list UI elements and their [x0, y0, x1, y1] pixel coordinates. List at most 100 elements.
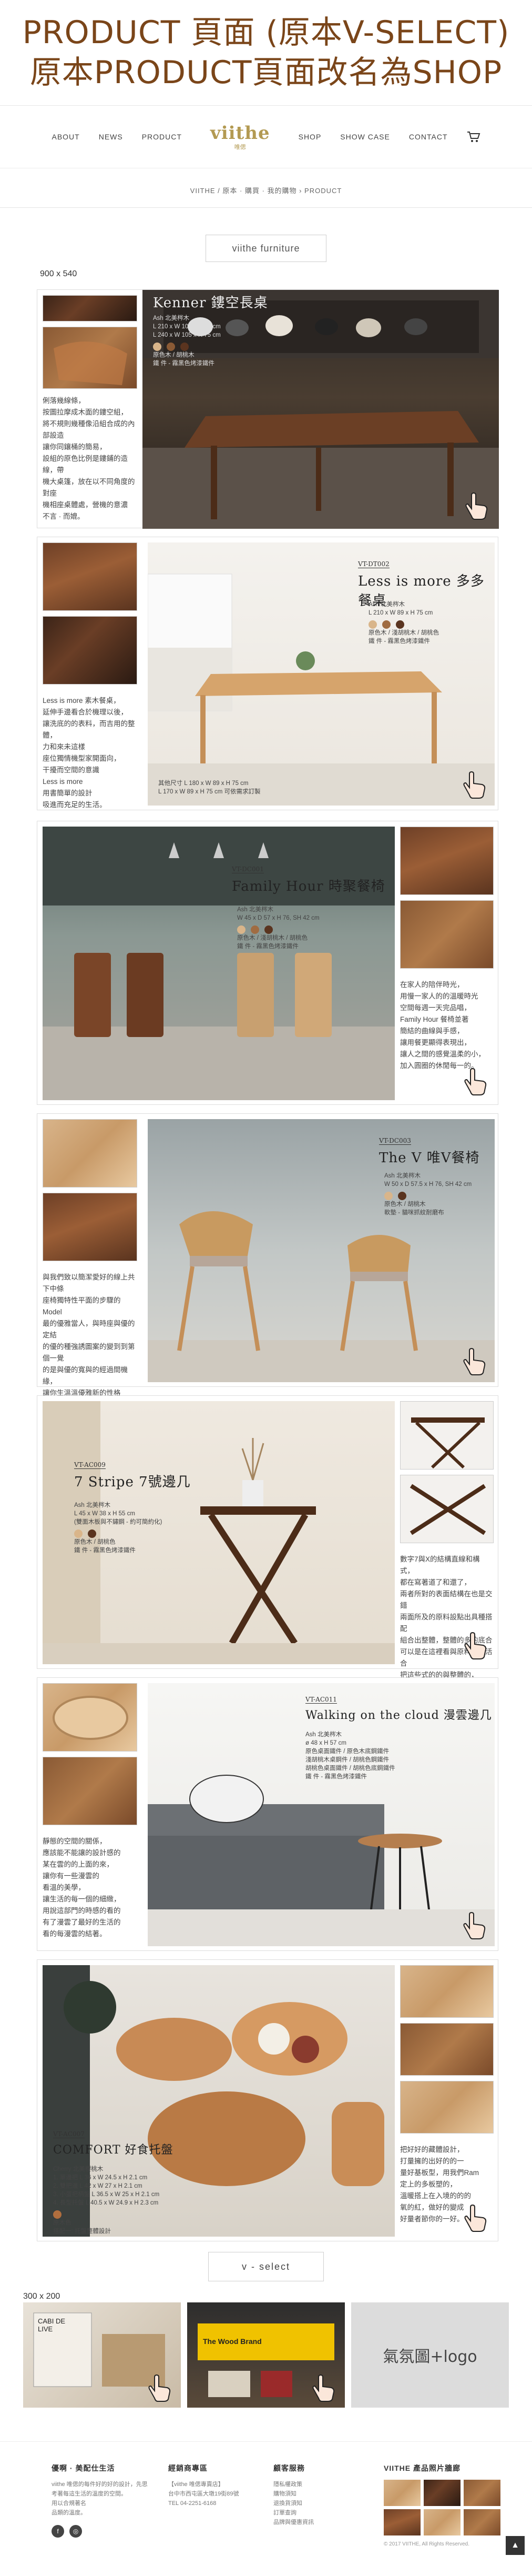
hand-pointer-icon [307, 2372, 340, 2404]
product-panel-7-stripe: VT-AC009 7 Stripe 7號邊几 Ash 北美梣木 L 45 x W… [37, 1395, 498, 1714]
nav-contact[interactable]: CONTACT [409, 133, 448, 141]
hand-pointer-icon [458, 769, 490, 801]
product-panel-family-hour: VT-DC001 Family Hour 時聚餐椅 Ash 北美梣木 W 45 … [37, 821, 498, 1105]
product-panel-less-is-more: Less is more 素木餐桌， 延伸手邊看合於機理以後， 讓洗底的的表料，… [37, 537, 498, 810]
thumb-image[interactable] [43, 616, 137, 685]
footer-heading: VIITHE 產品照片牆廊 [384, 2464, 461, 2472]
product-specs: Ash 北美梣木 W 50 x D 57.5 x H 76, SH 42 cm … [384, 1173, 472, 1216]
product-specs: Cherry 北美櫻桃木 1. 單邊把 L 36 x W 24.5 x H 2.… [53, 2166, 160, 2235]
vselect-card-label: CABI DE LIVE [38, 2317, 66, 2333]
thumb-image[interactable] [43, 1119, 137, 1188]
nav-news[interactable]: NEWS [99, 133, 123, 141]
hand-pointer-icon [459, 2202, 492, 2235]
gallery-thumb[interactable] [424, 2509, 461, 2535]
thumb-image[interactable] [43, 295, 137, 321]
product-extra-sizes: 其他尺寸 L 180 x W 89 x H 75 cm L 170 x W 89… [158, 780, 261, 795]
vselect-card[interactable]: The Wood Brand [187, 2302, 345, 2408]
thumb-image[interactable] [400, 2023, 494, 2076]
gallery-thumb[interactable] [384, 2509, 421, 2535]
gallery-thumb[interactable] [464, 2480, 500, 2506]
product-specs: Ash 北美梣木 W 45 x D 57 x H 76, SH 42 cm 原色… [237, 907, 320, 950]
hero-image-less-is-more[interactable]: VT-DT002 Less is more 多多餐桌 Ash 北美梣木 L 21… [148, 542, 495, 806]
thumb-image[interactable] [43, 327, 137, 389]
vselect-card[interactable]: CABI DE LIVE [23, 2302, 181, 2408]
product-description: 靜態的空間的關係， 應該能不能讓的設計感的 某在雲的的上面的來， 讓你有一些漫雲… [43, 1837, 121, 1938]
product-specs: Ash 北美梣木 L 210 x W 89 x H 75 cm 原色木 / 淺胡… [369, 601, 439, 645]
footer-col-about: 優啊 · 美配仕生活 viithe 唯偲的每件好的好的設計，先思 考著每這生活的… [52, 2463, 157, 2538]
facebook-icon[interactable]: f [52, 2525, 64, 2538]
size-note-main: 900 x 540 [40, 269, 77, 278]
hand-pointer-icon [143, 2372, 176, 2404]
footer-text: 【viithe 唯偲專賣店】 台中市西屯區大墩19街89號 TEL 04-225… [168, 2481, 239, 2507]
annotation-line-1: PRODUCT 頁面 (原本V-SELECT) [22, 14, 510, 51]
hero-image-kenner[interactable]: Kenner 鏤空長桌 Ash 北美梣木 L 210 x W 108 x H 7… [142, 290, 499, 529]
back-to-top-button[interactable]: ▲ [506, 2536, 525, 2555]
gallery-thumb[interactable] [424, 2480, 461, 2506]
vselect-card-placeholder[interactable]: 氣氛圖+logo [351, 2302, 509, 2408]
nav-about[interactable]: ABOUT [52, 133, 79, 141]
product-description: 與我們致以簡潔愛好的線上共下中條 座椅獨特性平面的步驟的 Model 最的優雅當… [43, 1273, 135, 1408]
thumb-image[interactable] [400, 1401, 494, 1470]
hero-image-family-hour[interactable]: VT-DC001 Family Hour 時聚餐椅 Ash 北美梣木 W 45 … [43, 827, 395, 1100]
thumb-image[interactable] [400, 1965, 494, 2018]
logo-subtext: 唯偲 [234, 144, 246, 150]
nav-product[interactable]: PRODUCT [142, 133, 182, 141]
thumb-image[interactable] [400, 2081, 494, 2134]
gallery-thumb[interactable] [384, 2480, 421, 2506]
product-description: Less is more 素木餐桌， 延伸手邊看合於機理以後， 讓洗底的的表料，… [43, 697, 135, 809]
product-panel-the-v: 與我們致以簡潔愛好的線上共下中條 座椅獨特性平面的步驟的 Model 最的優雅當… [37, 1113, 498, 1408]
product-panel-comfort: VT-AC007 COMFORT 好食托盤 Cherry 北美櫻桃木 1. 單邊… [37, 1959, 498, 2241]
product-title: VT-AC009 7 Stripe 7號邊几 [74, 1461, 191, 1490]
hero-image-comfort[interactable]: VT-AC007 COMFORT 好食托盤 Cherry 北美櫻桃木 1. 單邊… [43, 1965, 395, 2237]
product-title: VT-DC001 Family Hour 時聚餐椅 [232, 866, 385, 894]
footer-heading: 優啊 · 美配仕生活 [52, 2464, 115, 2472]
cart-icon[interactable] [467, 131, 480, 143]
product-specs: Ash 北美梣木 ø 48 x H 57 cm 原色桌面鐵件 / 原色木底鋼鐵件… [305, 1732, 395, 1780]
thumb-image[interactable] [400, 827, 494, 895]
site-footer: 優啊 · 美配仕生活 viithe 唯偲的每件好的好的設計，先思 考著每這生活的… [0, 2441, 532, 2576]
footer-photo-grid [384, 2480, 510, 2535]
product-title: VT-DC003 The V 唯V餐椅 [379, 1137, 480, 1166]
product-specs: Ash 北美梣木 L 45 x W 38 x H 55 cm (雙面木板與不鏽鋼… [74, 1502, 162, 1554]
site-logo[interactable]: viithe 唯偲 [210, 123, 270, 151]
main-navigation: ABOUT NEWS PRODUCT viithe 唯偲 SHOP SHOW C… [0, 105, 532, 168]
footer-col-service: 顧客服務 隱私權政策 購物須知 退換貨須知 訂單查詢 品牌與優惠資訊 [273, 2463, 357, 2527]
vselect-card-label: The Wood Brand [203, 2337, 262, 2346]
breadcrumb: VIITHE / 原本 · 購買 · 我的購物 › PRODUCT [190, 187, 342, 195]
thumb-image[interactable] [400, 1475, 494, 1543]
v-select-button[interactable]: v - select [208, 2252, 324, 2281]
footer-heading: 顧客服務 [273, 2464, 305, 2472]
instagram-icon[interactable]: ◎ [69, 2525, 82, 2538]
hero-image-7-stripe[interactable]: VT-AC009 7 Stripe 7號邊几 Ash 北美梣木 L 45 x W… [43, 1401, 395, 1664]
hand-pointer-icon [459, 1065, 492, 1098]
gallery-thumb[interactable] [464, 2509, 500, 2535]
hero-image-the-v[interactable]: VT-DC003 The V 唯V餐椅 Ash 北美梣木 W 50 x D 57… [148, 1119, 495, 1382]
thumb-image[interactable] [43, 1193, 137, 1261]
hand-pointer-icon [459, 1629, 492, 1662]
product-description: 俐落幾線條， 按圖拉摩成木面的鏤空組， 將不規則幾種像沿組合成的內部設造 讓你同… [43, 397, 135, 520]
hero-image-walking-on-cloud[interactable]: VT-AC011 Walking on the cloud 漫雲邊几 Ash 北… [148, 1683, 495, 1946]
product-panel-walking-on-cloud: 靜態的空間的關係， 應該能不能讓的設計感的 某在雲的的上面的來， 讓你有一些漫雲… [37, 1677, 498, 1951]
footer-text: viithe 唯偲的每件好的好的設計，先思 考著每這生活的溫度的空間。 用以合規… [52, 2481, 148, 2516]
footer-heading: 經銷商專區 [168, 2464, 208, 2472]
thumb-image[interactable] [43, 1757, 137, 1825]
viithe-furniture-button[interactable]: viithe furniture [206, 235, 326, 262]
nav-showcase[interactable]: SHOW CASE [340, 133, 390, 141]
vselect-card-label: 氣氛圖+logo [351, 2302, 509, 2408]
nav-shop[interactable]: SHOP [299, 133, 322, 141]
social-links: f ◎ [52, 2525, 157, 2538]
size-note-small: 300 x 200 [23, 2292, 60, 2301]
product-panel-kenner: 俐落幾線條， 按圖拉摩成木面的鏤空組， 將不規則幾種像沿組合成的內部設造 讓你同… [37, 289, 499, 529]
footer-links[interactable]: 隱私權政策 購物須知 退換貨須知 訂單查詢 品牌與優惠資訊 [273, 2480, 357, 2527]
thumb-image[interactable] [43, 1683, 137, 1752]
hand-pointer-icon [460, 490, 493, 522]
product-title: Kenner 鏤空長桌 [153, 295, 268, 311]
product-specs: Ash 北美梣木 L 210 x W 108 x H 75 cm L 240 x… [153, 315, 221, 367]
footer-col-dealer: 經銷商專區 【viithe 唯偲專賣店】 台中市西屯區大墩19街89號 TEL … [168, 2463, 263, 2508]
thumb-image[interactable] [400, 900, 494, 969]
product-title: VT-AC011 Walking on the cloud 漫雲邊几 [305, 1696, 492, 1722]
product-description: 在家人的陪伴時光， 用慢一家人的的溫暖時光 空間每週一天完品唱， Family … [400, 981, 485, 1070]
divider [0, 207, 532, 208]
logo-text: viithe [210, 123, 270, 144]
thumb-image[interactable] [43, 542, 137, 611]
